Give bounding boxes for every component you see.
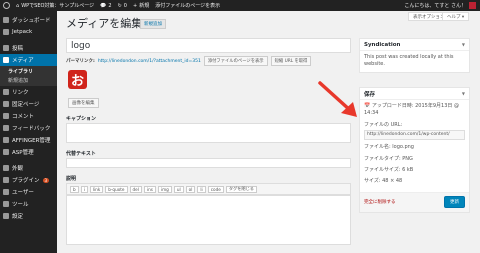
annotation-arrow	[318, 81, 357, 117]
